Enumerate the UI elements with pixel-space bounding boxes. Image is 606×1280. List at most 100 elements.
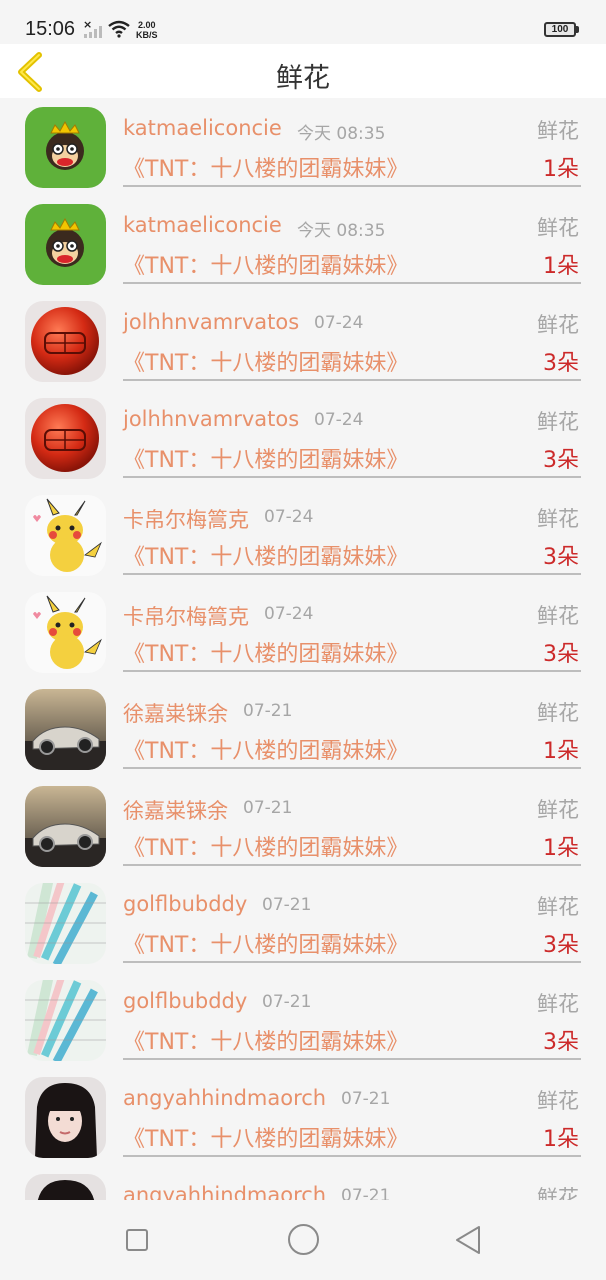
date-text: 07-24	[314, 313, 364, 333]
book-title[interactable]: 《TNT：十八楼的团霸妹妹》	[123, 830, 408, 862]
status-time: 15:06	[25, 18, 76, 40]
gift-type: 鲜花	[537, 216, 579, 240]
avatar-monkey-king[interactable]	[25, 204, 106, 285]
username[interactable]: katmaeliconcie	[123, 213, 282, 237]
gift-count: 3朵	[543, 351, 579, 376]
gift-count: 1朵	[543, 1127, 579, 1152]
circle-icon[interactable]	[288, 1224, 319, 1255]
gift-type: 鲜花	[537, 798, 579, 822]
gift-type: 鲜花	[537, 701, 579, 725]
avatar-red-ball[interactable]	[25, 398, 106, 479]
book-title[interactable]: 《TNT：十八楼的团霸妹妹》	[123, 345, 408, 377]
divider	[123, 282, 581, 284]
divider	[123, 1058, 581, 1060]
book-title[interactable]: 《TNT：十八楼的团霸妹妹》	[123, 248, 408, 280]
date-text: 07-21	[341, 1089, 391, 1109]
triangle-back-icon[interactable]	[454, 1224, 482, 1256]
gift-type: 鲜花	[537, 313, 579, 337]
gift-type: 鲜花	[537, 992, 579, 1016]
gift-type: 鲜花	[537, 119, 579, 143]
username[interactable]: jolhhnvamrvatos	[123, 310, 299, 334]
avatar-pikachu[interactable]	[25, 592, 106, 673]
book-title[interactable]: 《TNT：十八楼的团霸妹妹》	[123, 927, 408, 959]
date-text: 07-21	[243, 701, 293, 721]
gift-record-list[interactable]: katmaeliconcie 今天 08:35 鲜花 《TNT：十八楼的团霸妹妹…	[0, 98, 606, 1200]
list-item[interactable]: 卡帛尔梅篙克 07-24 鲜花 《TNT：十八楼的团霸妹妹》 3朵	[0, 486, 606, 583]
divider	[123, 573, 581, 575]
gift-count: 3朵	[543, 448, 579, 473]
net-speed-value: 2.00	[137, 20, 156, 30]
username[interactable]: 徐嘉粜铼余	[123, 698, 228, 728]
username[interactable]: 徐嘉粜铼余	[123, 795, 228, 825]
gift-count: 1朵	[543, 836, 579, 861]
avatar-pens[interactable]	[25, 980, 106, 1061]
avatar-girl[interactable]	[25, 1174, 106, 1200]
username[interactable]: angyahhindmaorch	[123, 1086, 326, 1110]
battery-icon: 100	[544, 22, 576, 37]
book-title[interactable]: 《TNT：十八楼的团霸妹妹》	[123, 539, 408, 571]
avatar-pens[interactable]	[25, 883, 106, 964]
list-item[interactable]: golflbubddy 07-21 鲜花 《TNT：十八楼的团霸妹妹》 3朵	[0, 971, 606, 1068]
date-text: 07-24	[264, 604, 314, 624]
system-nav-bar	[0, 1200, 606, 1280]
list-item[interactable]: angyahhindmaorch 07-21 鲜花 《TNT：十八楼的团霸妹妹》…	[0, 1165, 606, 1200]
date-text: 07-21	[262, 895, 312, 915]
list-item[interactable]: angyahhindmaorch 07-21 鲜花 《TNT：十八楼的团霸妹妹》…	[0, 1068, 606, 1165]
divider	[123, 476, 581, 478]
gift-count: 1朵	[543, 254, 579, 279]
date-text: 今天 08:35	[297, 221, 386, 241]
battery-level: 100	[551, 24, 569, 35]
list-item[interactable]: jolhhnvamrvatos 07-24 鲜花 《TNT：十八楼的团霸妹妹》 …	[0, 389, 606, 486]
divider	[123, 767, 581, 769]
gift-count: 3朵	[543, 545, 579, 570]
date-text: 07-24	[314, 410, 364, 430]
book-title[interactable]: 《TNT：十八楼的团霸妹妹》	[123, 733, 408, 765]
book-title[interactable]: 《TNT：十八楼的团霸妹妹》	[123, 1121, 408, 1153]
date-text: 07-21	[262, 992, 312, 1012]
list-item[interactable]: 徐嘉粜铼余 07-21 鲜花 《TNT：十八楼的团霸妹妹》 1朵	[0, 680, 606, 777]
date-text: 07-21	[341, 1186, 391, 1200]
book-title[interactable]: 《TNT：十八楼的团霸妹妹》	[123, 151, 408, 183]
header: 鲜花	[0, 44, 606, 98]
date-text: 07-21	[243, 798, 293, 818]
username[interactable]: 卡帛尔梅篙克	[123, 504, 249, 534]
divider	[123, 1155, 581, 1157]
book-title[interactable]: 《TNT：十八楼的团霸妹妹》	[123, 1024, 408, 1056]
avatar-car[interactable]	[25, 786, 106, 867]
avatar-girl[interactable]	[25, 1077, 106, 1158]
avatar-monkey-king[interactable]	[25, 107, 106, 188]
gift-type: 鲜花	[537, 604, 579, 628]
book-title[interactable]: 《TNT：十八楼的团霸妹妹》	[123, 636, 408, 668]
net-speed: 2.00 KB/S	[136, 20, 158, 40]
page-title: 鲜花	[276, 63, 330, 94]
book-title[interactable]: 《TNT：十八楼的团霸妹妹》	[123, 442, 408, 474]
divider	[123, 379, 581, 381]
list-item[interactable]: golflbubddy 07-21 鲜花 《TNT：十八楼的团霸妹妹》 3朵	[0, 874, 606, 971]
username[interactable]: 卡帛尔梅篙克	[123, 601, 249, 631]
divider	[123, 185, 581, 187]
username[interactable]: jolhhnvamrvatos	[123, 407, 299, 431]
list-item[interactable]: katmaeliconcie 今天 08:35 鲜花 《TNT：十八楼的团霸妹妹…	[0, 98, 606, 195]
username[interactable]: katmaeliconcie	[123, 116, 282, 140]
list-item[interactable]: 卡帛尔梅篙克 07-24 鲜花 《TNT：十八楼的团霸妹妹》 3朵	[0, 583, 606, 680]
gift-count: 1朵	[543, 157, 579, 182]
square-icon[interactable]	[126, 1229, 148, 1251]
net-speed-unit: KB/S	[136, 30, 158, 40]
gift-type: 鲜花	[537, 507, 579, 531]
signal-icon	[84, 26, 102, 38]
gift-count: 3朵	[543, 1030, 579, 1055]
avatar-red-ball[interactable]	[25, 301, 106, 382]
list-item[interactable]: 徐嘉粜铼余 07-21 鲜花 《TNT：十八楼的团霸妹妹》 1朵	[0, 777, 606, 874]
username[interactable]: golflbubddy	[123, 989, 247, 1013]
gift-type: 鲜花	[537, 1089, 579, 1113]
date-text: 07-24	[264, 507, 314, 527]
username[interactable]: angyahhindmaorch	[123, 1183, 326, 1200]
list-item[interactable]: jolhhnvamrvatos 07-24 鲜花 《TNT：十八楼的团霸妹妹》 …	[0, 292, 606, 389]
avatar-car[interactable]	[25, 689, 106, 770]
status-bar: 15:06 × 2.00 KB/S 100	[0, 0, 606, 44]
username[interactable]: golflbubddy	[123, 892, 247, 916]
avatar-pikachu[interactable]	[25, 495, 106, 576]
date-text: 今天 08:35	[297, 124, 386, 144]
gift-count: 3朵	[543, 933, 579, 958]
list-item[interactable]: katmaeliconcie 今天 08:35 鲜花 《TNT：十八楼的团霸妹妹…	[0, 195, 606, 292]
